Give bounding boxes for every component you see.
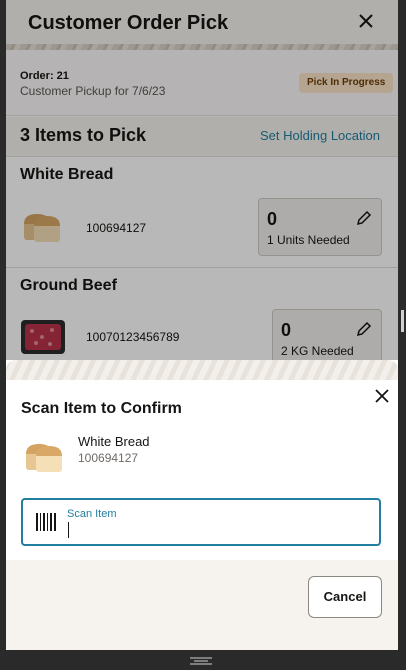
- modal-scrim[interactable]: [6, 0, 398, 360]
- scan-item-label: Scan Item: [67, 508, 117, 520]
- scan-item-input[interactable]: Scan Item: [21, 498, 381, 546]
- bread-icon: [26, 444, 62, 472]
- menu-icon[interactable]: [188, 656, 214, 666]
- cancel-button[interactable]: Cancel: [308, 576, 382, 618]
- sheet-item-code: 100694127: [78, 451, 139, 465]
- sheet-title: Scan Item to Confirm: [21, 400, 182, 417]
- resize-handle[interactable]: [401, 310, 404, 332]
- close-icon[interactable]: [374, 388, 390, 404]
- app-screen: Customer Order Pick Order: 21 Customer P…: [6, 0, 398, 650]
- device-frame: Customer Order Pick Order: 21 Customer P…: [0, 0, 406, 670]
- sheet-footer: Cancel: [6, 560, 398, 650]
- scan-confirm-sheet: Scan Item to Confirm White Bread 1006941…: [6, 360, 398, 650]
- text-cursor: [68, 522, 69, 538]
- sheet-item-name: White Bread: [78, 434, 150, 449]
- barcode-icon: [36, 513, 56, 531]
- sheet-pattern-strip: [6, 360, 398, 380]
